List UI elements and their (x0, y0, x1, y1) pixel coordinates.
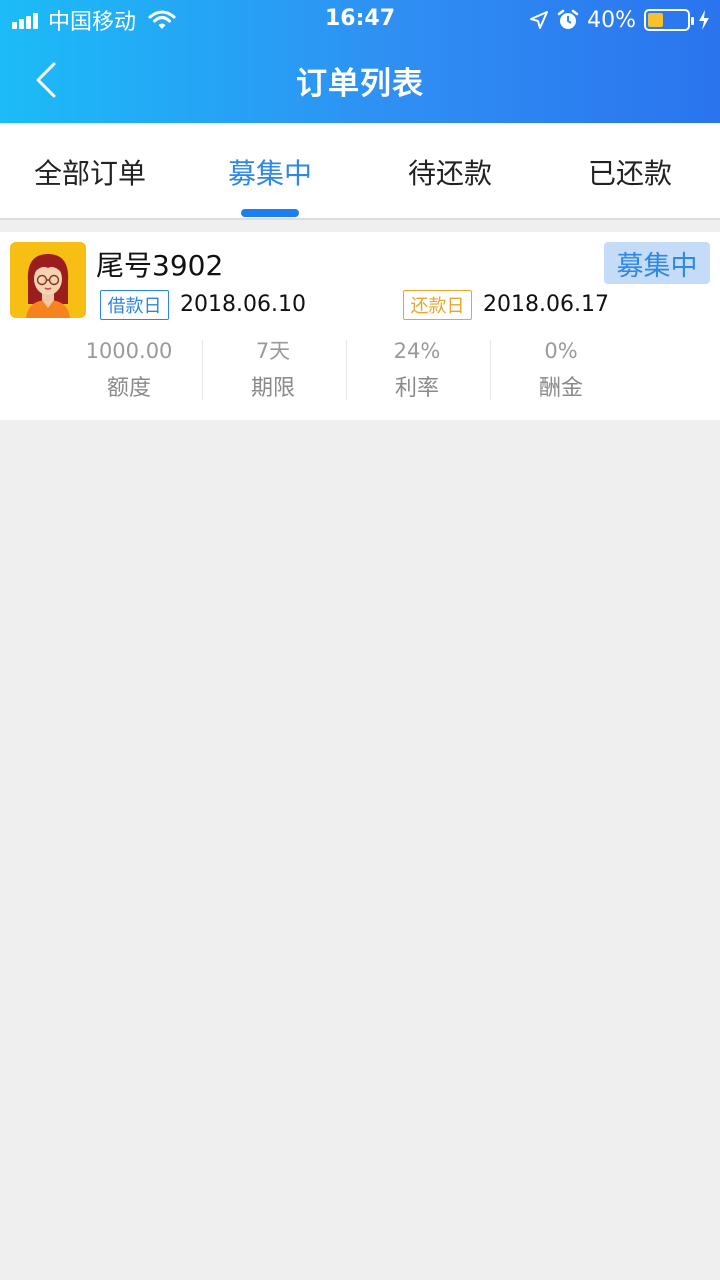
tab-raising[interactable]: 募集中 (180, 123, 360, 220)
tab-repaid[interactable]: 已还款 (540, 123, 720, 220)
stat-term: 7天 期限 (201, 336, 345, 406)
page-title: 订单列表 (296, 66, 424, 102)
status-right: 40% (521, 6, 710, 34)
tab-all-orders[interactable]: 全部订单 (0, 123, 180, 220)
stat-commission-label: 酬金 (538, 376, 583, 401)
order-tail-number: 尾号3902 (96, 249, 224, 282)
borrow-date-tag: 借款日 (100, 290, 169, 320)
borrow-date: 2018.06.10 (180, 292, 306, 317)
stat-rate: 24% 利率 (345, 336, 489, 406)
stat-term-value: 7天 (255, 339, 291, 363)
battery-percent: 40% (587, 7, 636, 33)
user-avatar-icon (10, 242, 86, 318)
stat-amount: 1000.00 额度 (57, 336, 201, 406)
stat-amount-label: 额度 (106, 376, 151, 401)
status-badge: 募集中 (604, 242, 710, 284)
charging-bolt-icon (699, 10, 709, 30)
tab-pending-repayment[interactable]: 待还款 (360, 123, 540, 220)
stat-commission-value: 0% (544, 339, 578, 363)
active-tab-indicator (241, 209, 299, 217)
stat-amount-value: 1000.00 (85, 339, 173, 363)
repay-date: 2018.06.17 (483, 292, 609, 317)
battery-icon (644, 9, 694, 31)
stat-term-label: 期限 (250, 376, 295, 401)
repay-date-tag: 还款日 (403, 290, 472, 320)
status-bar: 中国移动 16:47 40% (0, 0, 720, 40)
avatar (10, 242, 86, 318)
battery-fill (648, 13, 664, 27)
stat-commission: 0% 酬金 (489, 336, 633, 406)
order-card[interactable]: 尾号3902 募集中 借款日 2018.06.10 还款日 2018.06.17… (0, 232, 720, 420)
app-header: 中国移动 16:47 40% 订单列表 (0, 0, 720, 123)
alarm-clock-icon (557, 9, 579, 29)
stat-rate-label: 利率 (394, 376, 439, 401)
location-arrow-icon (530, 11, 549, 29)
stat-rate-value: 24% (393, 339, 441, 363)
order-tabs: 全部订单 募集中 待还款 已还款 (0, 123, 720, 220)
